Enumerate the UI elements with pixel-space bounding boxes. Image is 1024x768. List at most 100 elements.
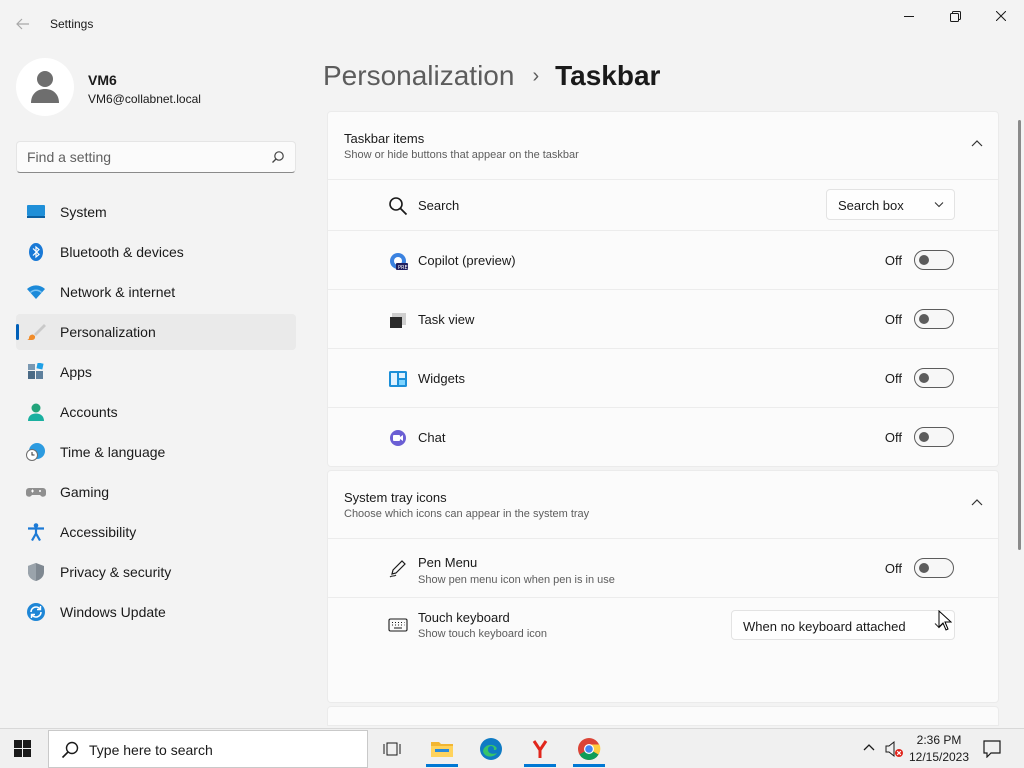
breadcrumb-parent-link[interactable]: Personalization xyxy=(323,60,514,92)
sidebar-item-label: Apps xyxy=(60,364,92,380)
sidebar-item-time-language[interactable]: Time & language xyxy=(16,434,296,470)
wifi-icon xyxy=(27,285,45,299)
settings-search[interactable] xyxy=(16,141,296,173)
pen-menu-toggle[interactable] xyxy=(914,558,954,578)
chat-toggle[interactable] xyxy=(914,427,954,447)
toggle-row-task-view: Task view Off xyxy=(328,289,998,348)
toggle-label: Pen Menu xyxy=(418,555,478,570)
sidebar-item-accessibility[interactable]: Accessibility xyxy=(16,514,296,550)
section-description: Show or hide buttons that appear on the … xyxy=(344,149,579,161)
keyboard-icon xyxy=(388,618,408,632)
touch-keyboard-dropdown[interactable]: When no keyboard attached xyxy=(731,610,955,640)
sidebar-item-system[interactable]: System xyxy=(16,194,296,230)
user-profile[interactable]: VM6 VM6@collabnet.local xyxy=(16,58,296,118)
windows-taskbar: Type here to search 2:36 PM 12/15/2023 xyxy=(0,728,1024,768)
chat-icon xyxy=(390,430,406,446)
sidebar-item-label: Network & internet xyxy=(60,284,176,300)
file-explorer-icon xyxy=(431,742,453,757)
page-title: Taskbar xyxy=(555,60,661,91)
minimize-button[interactable] xyxy=(886,0,932,32)
section-title: System tray icons xyxy=(344,490,447,505)
system-icon xyxy=(27,205,45,218)
search-icon xyxy=(61,741,79,759)
taskbar-items-section: Taskbar items Show or hide buttons that … xyxy=(327,111,999,467)
chevron-up-icon[interactable] xyxy=(970,498,984,508)
breadcrumb-separator: › xyxy=(532,64,540,87)
gamepad-icon xyxy=(26,488,46,497)
taskbar-edge[interactable] xyxy=(471,730,511,768)
accounts-icon xyxy=(28,403,44,421)
task-view-toggle[interactable] xyxy=(914,309,954,329)
sidebar-item-windows-update[interactable]: Windows Update xyxy=(16,594,296,630)
taskbar-task-view[interactable] xyxy=(372,730,412,768)
clock-time: 2:36 PM xyxy=(916,733,962,747)
title-bar: Settings xyxy=(0,0,1024,48)
toggle-state-text: Off xyxy=(884,371,902,386)
sidebar-item-accounts[interactable]: Accounts xyxy=(16,394,296,430)
toggle-row-widgets: Widgets Off xyxy=(328,348,998,407)
back-button[interactable] xyxy=(10,12,36,36)
next-section-peek xyxy=(327,706,999,726)
system-clock[interactable]: 2:36 PM 12/15/2023 xyxy=(906,732,972,766)
sidebar-item-apps[interactable]: Apps xyxy=(16,354,296,390)
taskbar-file-explorer[interactable] xyxy=(422,730,462,768)
chevron-up-icon[interactable] xyxy=(970,139,984,149)
user-placeholder-icon xyxy=(31,71,59,103)
search-input[interactable] xyxy=(27,148,257,166)
touch-keyboard-sublabel: Show touch keyboard icon xyxy=(418,628,548,640)
show-hidden-icons-chevron-icon[interactable] xyxy=(862,741,876,753)
dropdown-value: When no keyboard attached xyxy=(743,619,906,634)
scrollbar-thumb[interactable] xyxy=(1018,120,1021,550)
taskbar-search-text: Type here to search xyxy=(89,742,213,758)
task-view-icon xyxy=(383,742,401,756)
taskbar-yandex[interactable] xyxy=(520,730,560,768)
sidebar-item-personalization[interactable]: Personalization xyxy=(16,314,296,350)
toggle-knob xyxy=(919,255,929,265)
system-tray-header[interactable]: System tray icons Choose which icons can… xyxy=(328,471,998,538)
close-icon xyxy=(996,11,1006,21)
taskbar-items-header[interactable]: Taskbar items Show or hide buttons that … xyxy=(328,112,998,179)
toggle-knob xyxy=(919,373,929,383)
edge-icon xyxy=(480,738,502,760)
paintbrush-icon xyxy=(27,324,46,340)
widgets-icon xyxy=(389,371,407,387)
apps-icon xyxy=(28,363,44,379)
search-mode-dropdown[interactable]: Search box xyxy=(826,189,955,220)
toggle-label: Task view xyxy=(418,312,475,327)
windows-start-icon[interactable] xyxy=(12,739,34,759)
accessibility-icon xyxy=(28,523,44,541)
mouse-cursor-icon xyxy=(938,610,952,631)
dropdown-value: Search box xyxy=(838,198,904,213)
toggle-state-text: Off xyxy=(884,253,902,268)
close-button[interactable] xyxy=(978,0,1024,32)
restore-icon xyxy=(949,10,961,22)
sidebar-item-privacy-security[interactable]: Privacy & security xyxy=(16,554,296,590)
sidebar-item-network[interactable]: Network & internet xyxy=(16,274,296,310)
clock-date: 12/15/2023 xyxy=(908,750,970,764)
shield-icon xyxy=(28,563,44,581)
volume-muted-icon[interactable] xyxy=(884,740,904,758)
sidebar-item-label: Personalization xyxy=(60,324,156,340)
copilot-toggle[interactable] xyxy=(914,250,954,270)
search-label: Search xyxy=(418,198,460,213)
maximize-button[interactable] xyxy=(932,0,978,32)
section-title: Taskbar items xyxy=(344,131,425,146)
toggle-sublabel: Show pen menu icon when pen is in use xyxy=(418,574,615,586)
taskbar-search-box[interactable]: Type here to search xyxy=(48,730,368,768)
update-icon xyxy=(27,603,45,621)
yandex-browser-icon xyxy=(532,740,548,758)
toggle-label: Chat xyxy=(418,430,446,445)
app-title: Settings xyxy=(50,17,94,31)
taskbar-chrome[interactable] xyxy=(569,730,609,768)
sidebar-item-label: Bluetooth & devices xyxy=(60,244,184,260)
pen-icon xyxy=(389,560,406,578)
toggle-label: Copilot (preview) xyxy=(418,253,516,268)
notification-icon[interactable] xyxy=(983,740,1001,758)
widgets-toggle[interactable] xyxy=(914,368,954,388)
toggle-state-text: Off xyxy=(884,430,902,445)
toggle-knob xyxy=(919,563,929,573)
chevron-down-icon xyxy=(934,202,944,208)
sidebar-item-gaming[interactable]: Gaming xyxy=(16,474,296,510)
sidebar-item-bluetooth[interactable]: Bluetooth & devices xyxy=(16,234,296,270)
sidebar-item-label: Time & language xyxy=(60,444,166,460)
